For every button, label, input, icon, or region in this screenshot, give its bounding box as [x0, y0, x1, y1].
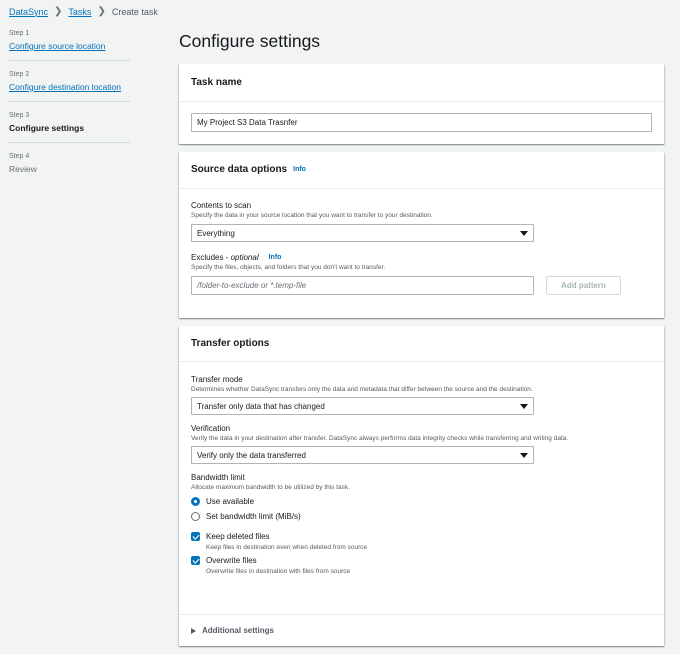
radio-selected-icon[interactable] [191, 497, 200, 506]
checkbox-checked-icon[interactable] [191, 532, 200, 541]
chevron-right-icon: ❯ [54, 6, 63, 17]
step-number: Step 4 [9, 153, 30, 160]
contents-to-scan-select[interactable]: Everything [191, 224, 534, 242]
step-4: Step 4 Review [9, 153, 130, 183]
transfer-mode-select[interactable]: Transfer only data that has changed [191, 397, 534, 415]
contents-to-scan-label: Contents to scan [191, 201, 252, 210]
additional-settings-expander[interactable]: Additional settings [191, 626, 274, 635]
radio-label: Use available [206, 497, 255, 506]
step-2-link[interactable]: Configure destination location [9, 82, 130, 92]
step-1: Step 1 Configure source location [9, 30, 130, 61]
panel-title: Task name [191, 77, 242, 88]
step-1-link[interactable]: Configure source location [9, 41, 130, 51]
overwrite-files-option[interactable]: Overwrite files Overwrite files in desti… [191, 556, 652, 575]
exclude-pattern-input[interactable]: /folder-to-exclude or *.temp-file [191, 276, 534, 295]
step-2: Step 2 Configure destination location [9, 71, 130, 102]
checkbox-desc: Keep files in destination even when dele… [206, 544, 368, 551]
select-value: Everything [197, 228, 235, 238]
checkbox-label: Keep deleted files [206, 532, 270, 541]
step-number: Step 1 [9, 30, 30, 37]
checkbox-desc: Overwrite files in destination with file… [206, 568, 351, 575]
step-4-label: Review [9, 164, 37, 174]
add-pattern-button[interactable]: Add pattern [546, 276, 621, 295]
verification-desc: Verify the data in your destination afte… [191, 435, 569, 442]
caret-down-icon [520, 403, 528, 409]
info-link[interactable]: Info [269, 254, 282, 261]
excludes-desc: Specify the files, objects, and folders … [191, 264, 386, 271]
caret-down-icon [520, 230, 528, 236]
step-3-current-label: Configure settings [9, 123, 85, 133]
transfer-mode-label: Transfer mode [191, 375, 243, 384]
checkbox-label: Overwrite files [206, 556, 257, 565]
transfer-options-panel: Transfer options Transfer mode Determine… [179, 326, 664, 646]
breadcrumb-current: Create task [111, 6, 158, 17]
excludes-label-text: Excludes - [191, 253, 231, 262]
verification-label: Verification [191, 424, 231, 433]
optional-text: optional [230, 253, 259, 262]
panel-title: Transfer options [191, 338, 270, 349]
bandwidth-limit-label: Bandwidth limit [191, 473, 245, 482]
select-value: Transfer only data that has changed [197, 401, 325, 411]
panel-title: Source data options [191, 164, 288, 175]
step-3: Step 3 Configure settings [9, 112, 130, 143]
panel-header: Task name [179, 64, 664, 102]
checkbox-checked-icon[interactable] [191, 556, 200, 565]
excludes-label: Excludes - optional [191, 253, 259, 262]
divider [179, 614, 664, 615]
task-name-panel: Task name My Project S3 Data Trasnfer [179, 64, 664, 144]
radio-unselected-icon[interactable] [191, 512, 200, 521]
panel-header: Transfer options [179, 326, 664, 362]
radio-label: Set bandwidth limit (MiB/s) [206, 512, 301, 521]
transfer-mode-desc: Determines whether DataSync transfers on… [191, 386, 533, 393]
verification-select[interactable]: Verify only the data transferred [191, 446, 534, 464]
select-value: Verify only the data transferred [197, 450, 306, 460]
task-name-input[interactable]: My Project S3 Data Trasnfer [191, 113, 652, 132]
info-link[interactable]: Info [293, 166, 306, 173]
step-number: Step 2 [9, 71, 30, 78]
source-data-options-panel: Source data options Info Contents to sca… [179, 152, 664, 318]
chevron-right-icon: ❯ [97, 6, 106, 17]
panel-header: Source data options Info [179, 152, 664, 189]
step-number: Step 3 [9, 112, 30, 119]
bandwidth-limit-desc: Allocate maximum bandwidth to be utilize… [191, 484, 350, 491]
bandwidth-use-available-option[interactable]: Use available [191, 497, 652, 506]
contents-to-scan-desc: Specify the data in your source location… [191, 212, 433, 219]
breadcrumb-tasks-link[interactable]: Tasks [68, 7, 91, 17]
breadcrumb-datasync-link[interactable]: DataSync [9, 7, 48, 17]
caret-right-icon [191, 627, 196, 634]
wizard-steps: Step 1 Configure source location Step 2 … [9, 30, 130, 193]
breadcrumb: DataSync ❯ Tasks ❯ Create task [9, 6, 158, 17]
caret-down-icon [520, 452, 528, 458]
page-title: Configure settings [179, 31, 321, 51]
keep-deleted-files-option[interactable]: Keep deleted files Keep files in destina… [191, 532, 652, 551]
bandwidth-set-limit-option[interactable]: Set bandwidth limit (MiB/s) [191, 512, 652, 521]
expander-label: Additional settings [202, 626, 274, 635]
